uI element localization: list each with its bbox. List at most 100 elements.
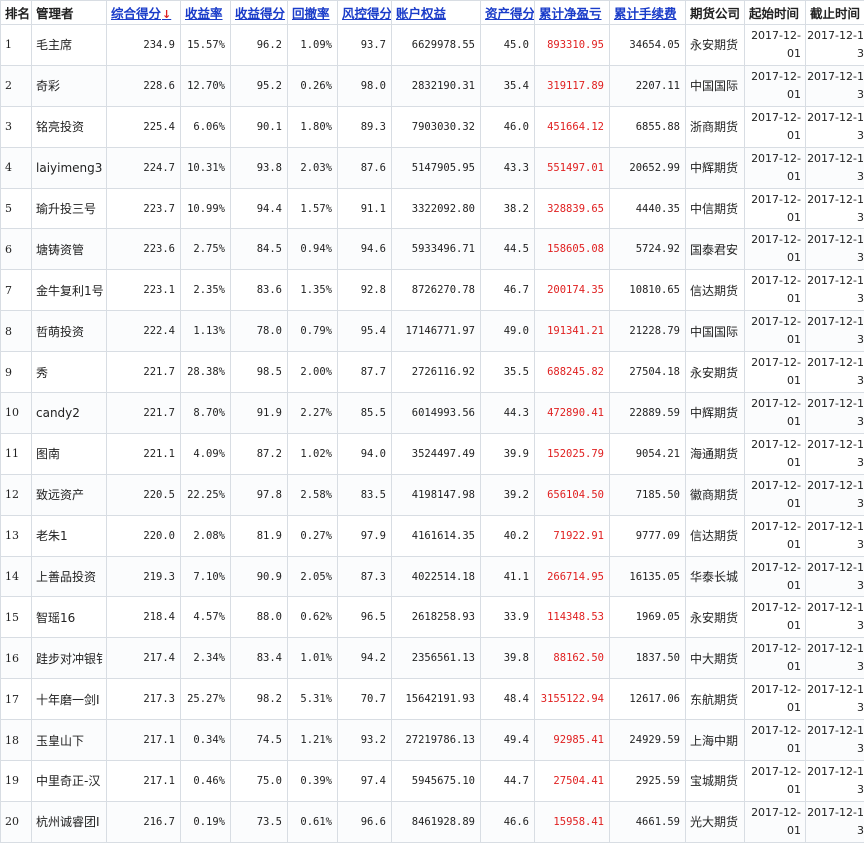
drawdown-cell: 0.27% <box>288 515 338 556</box>
col-return-score-header[interactable]: 收益得分 <box>231 1 288 25</box>
rank-cell: 9 <box>1 352 32 393</box>
risk-score-cell: 87.6 <box>338 147 392 188</box>
end-time-cell: 2017-12-13 <box>806 597 864 638</box>
col-account-equity-label: 账户权益 <box>396 6 446 21</box>
start-time-cell: 2017-12-01 <box>745 474 806 515</box>
composite-score-cell: 216.7 <box>107 801 181 842</box>
start-time-cell: 2017-12-01 <box>745 393 806 434</box>
manager-cell: 毛主席 <box>32 25 107 66</box>
fees-cell: 9777.09 <box>610 515 686 556</box>
col-asset-score-header[interactable]: 资产得分 <box>481 1 535 25</box>
account-equity-cell: 8461928.89 <box>392 801 481 842</box>
drawdown-cell: 2.03% <box>288 147 338 188</box>
end-time-cell: 2017-12-13 <box>806 720 864 761</box>
fees-cell: 9054.21 <box>610 433 686 474</box>
return-score-cell: 84.5 <box>231 229 288 270</box>
risk-score-cell: 95.4 <box>338 311 392 352</box>
return-rate-cell: 0.46% <box>181 761 231 802</box>
manager-cell: 秀 <box>32 352 107 393</box>
start-time-cell: 2017-12-01 <box>745 147 806 188</box>
manager-cell: 智瑶16 <box>32 597 107 638</box>
account-equity-cell: 2832190.31 <box>392 65 481 106</box>
manager-cell: 老朱1 <box>32 515 107 556</box>
col-account-equity-header[interactable]: 账户权益 <box>392 1 481 25</box>
rank-cell: 10 <box>1 393 32 434</box>
fees-cell: 4440.35 <box>610 188 686 229</box>
account-equity-cell: 5933496.71 <box>392 229 481 270</box>
drawdown-cell: 2.05% <box>288 556 338 597</box>
table-row: 4laiyimeng3224.710.31%93.82.03%87.651479… <box>1 147 864 188</box>
net-pnl-cell: 92985.41 <box>535 720 610 761</box>
col-net-pnl-label: 累计净盈亏 <box>539 6 602 21</box>
rank-cell: 14 <box>1 556 32 597</box>
return-score-cell: 73.5 <box>231 801 288 842</box>
net-pnl-cell: 3155122.94 <box>535 679 610 720</box>
risk-score-cell: 96.5 <box>338 597 392 638</box>
composite-score-cell: 221.7 <box>107 393 181 434</box>
table-row: 16跬步对冲银钅217.42.34%83.41.01%94.22356561.1… <box>1 638 864 679</box>
fees-cell: 12617.06 <box>610 679 686 720</box>
col-rank-label: 排名 <box>5 6 30 21</box>
net-pnl-cell: 114348.53 <box>535 597 610 638</box>
composite-score-cell: 223.1 <box>107 270 181 311</box>
col-futures-company-header: 期货公司 <box>686 1 745 25</box>
col-composite-score-header[interactable]: 综合得分↓ <box>107 1 181 25</box>
start-time-cell: 2017-12-01 <box>745 270 806 311</box>
rank-cell: 6 <box>1 229 32 270</box>
rank-cell: 18 <box>1 720 32 761</box>
col-risk-score-label: 风控得分 <box>342 6 392 21</box>
return-rate-cell: 2.35% <box>181 270 231 311</box>
col-net-pnl-header[interactable]: 累计净盈亏 <box>535 1 610 25</box>
return-score-cell: 91.9 <box>231 393 288 434</box>
drawdown-cell: 1.80% <box>288 106 338 147</box>
table-row: 5瑜升投三号223.710.99%94.41.57%91.13322092.80… <box>1 188 864 229</box>
asset-score-cell: 33.9 <box>481 597 535 638</box>
fees-cell: 1969.05 <box>610 597 686 638</box>
rank-cell: 3 <box>1 106 32 147</box>
col-manager-label: 管理者 <box>36 6 74 21</box>
net-pnl-cell: 319117.89 <box>535 65 610 106</box>
net-pnl-cell: 893310.95 <box>535 25 610 66</box>
futures-company-cell: 中大期货 <box>686 638 745 679</box>
net-pnl-cell: 71922.91 <box>535 515 610 556</box>
col-end-time-label: 截止时间 <box>810 6 860 21</box>
return-score-cell: 90.1 <box>231 106 288 147</box>
col-end-time-header: 截止时间 <box>806 1 864 25</box>
composite-score-cell: 219.3 <box>107 556 181 597</box>
return-rate-cell: 0.34% <box>181 720 231 761</box>
fees-cell: 34654.05 <box>610 25 686 66</box>
futures-company-cell: 海通期货 <box>686 433 745 474</box>
asset-score-cell: 39.2 <box>481 474 535 515</box>
rank-cell: 15 <box>1 597 32 638</box>
return-rate-cell: 2.08% <box>181 515 231 556</box>
manager-cell: 十年磨一剑Ⅰ <box>32 679 107 720</box>
rank-cell: 12 <box>1 474 32 515</box>
return-rate-cell: 10.99% <box>181 188 231 229</box>
end-time-cell: 2017-12-13 <box>806 556 864 597</box>
drawdown-cell: 1.21% <box>288 720 338 761</box>
col-risk-score-header[interactable]: 风控得分 <box>338 1 392 25</box>
futures-company-cell: 东航期货 <box>686 679 745 720</box>
risk-score-cell: 70.7 <box>338 679 392 720</box>
end-time-cell: 2017-12-13 <box>806 801 864 842</box>
asset-score-cell: 49.0 <box>481 311 535 352</box>
futures-company-cell: 上海中期 <box>686 720 745 761</box>
risk-score-cell: 93.2 <box>338 720 392 761</box>
table-row: 3铭亮投资225.46.06%90.11.80%89.37903030.3246… <box>1 106 864 147</box>
col-drawdown-header[interactable]: 回撤率 <box>288 1 338 25</box>
futures-company-cell: 中国国际 <box>686 65 745 106</box>
futures-company-cell: 永安期货 <box>686 352 745 393</box>
drawdown-cell: 0.62% <box>288 597 338 638</box>
manager-cell: 奇彩 <box>32 65 107 106</box>
futures-company-cell: 光大期货 <box>686 801 745 842</box>
return-score-cell: 75.0 <box>231 761 288 802</box>
end-time-cell: 2017-12-13 <box>806 393 864 434</box>
rank-cell: 5 <box>1 188 32 229</box>
net-pnl-cell: 451664.12 <box>535 106 610 147</box>
col-fees-header[interactable]: 累计手续费 <box>610 1 686 25</box>
col-return-rate-header[interactable]: 收益率 <box>181 1 231 25</box>
header-row: 排名管理者 综合得分↓收益率收益得分回撤率风控得分账户权益 资产得分累计净盈亏累计手… <box>1 1 864 25</box>
start-time-cell: 2017-12-01 <box>745 188 806 229</box>
table-row: 6塘铸资管223.62.75%84.50.94%94.65933496.7144… <box>1 229 864 270</box>
risk-score-cell: 89.3 <box>338 106 392 147</box>
